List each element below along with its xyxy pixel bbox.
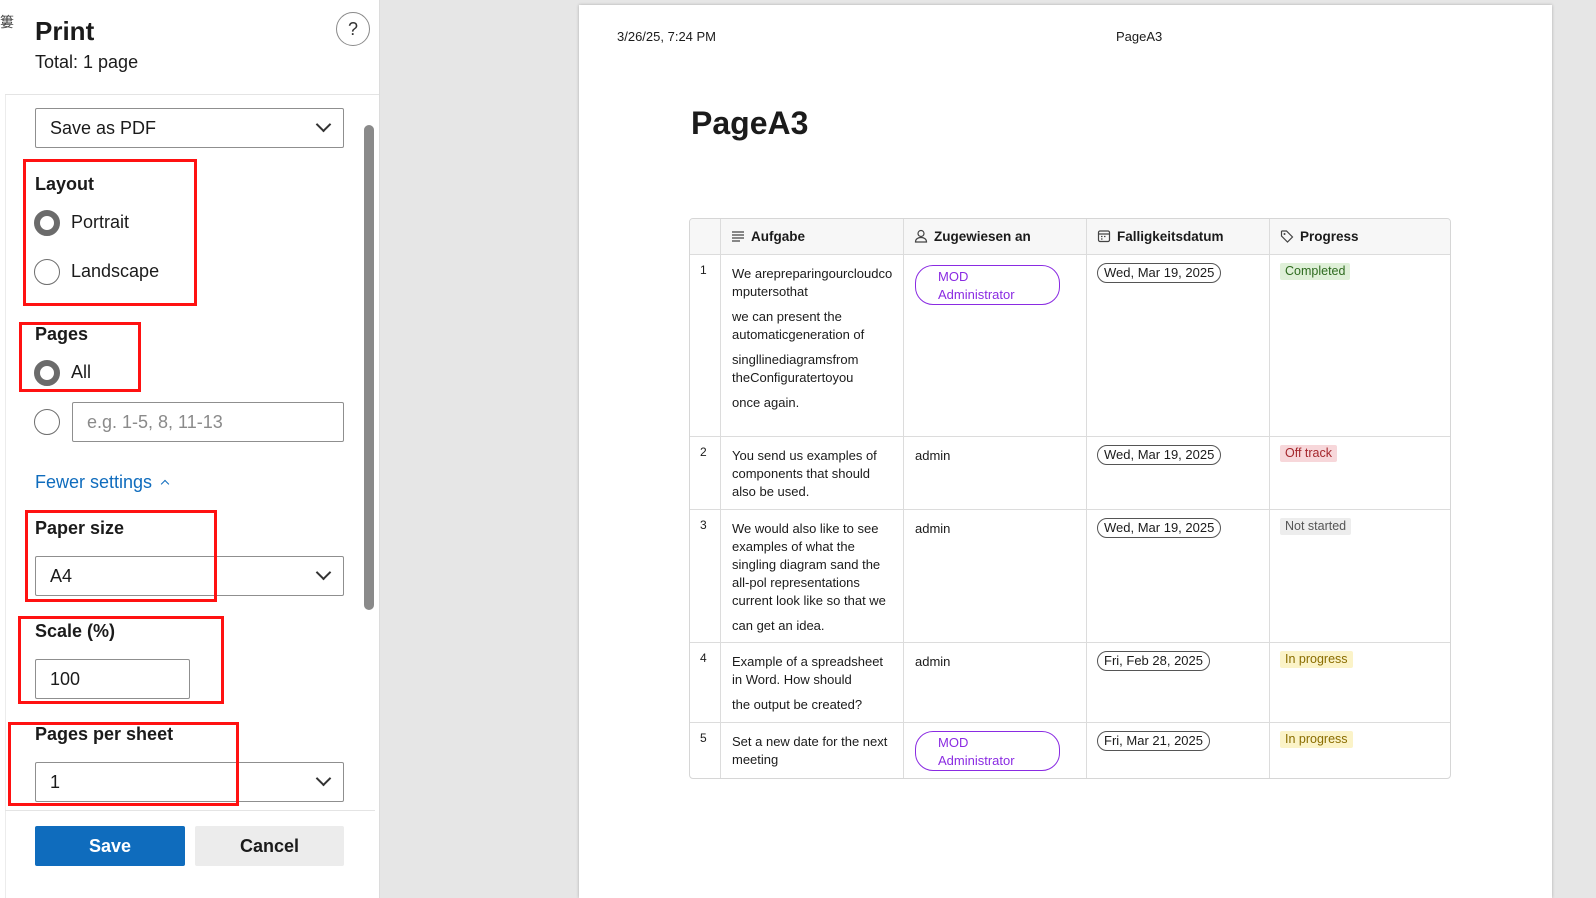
due-cell: Wed, Mar 19, 2025 [1086, 255, 1269, 436]
table-row: 5 Set a new date for the next meeting MO… [690, 722, 1450, 778]
assigned-cell: MOD Administrator [903, 723, 1086, 778]
chevron-up-icon [160, 479, 170, 489]
column-header-label: Zugewiesen an [934, 229, 1031, 244]
column-header-progress: Progress [1269, 219, 1450, 254]
task-cell: Set a new date for the next meeting [720, 723, 903, 778]
task-text: You send us examples of components that … [732, 448, 877, 499]
dialog-title: Print [35, 16, 95, 46]
destination-value: Save as PDF [50, 118, 157, 138]
assigned-cell: admin [903, 510, 1086, 642]
due-cell: Fri, Mar 21, 2025 [1086, 723, 1269, 778]
task-text: Example of a spreadsheet in Word. How sh… [732, 654, 884, 687]
assigned-cell: MOD Administrator [903, 255, 1086, 436]
chevron-down-icon [303, 109, 343, 147]
task-text: we can present the automaticgeneration o… [732, 309, 865, 342]
person-chip: MOD Administrator [915, 731, 1060, 771]
date-chip: Fri, Feb 28, 2025 [1097, 651, 1210, 671]
person-chip: MOD Administrator [915, 265, 1060, 305]
table-row: 1 We arepreparingourcloudcomputersothat … [690, 254, 1450, 436]
panel-scrollbar[interactable] [364, 125, 374, 610]
table-row: 2 You send us examples of components tha… [690, 436, 1450, 509]
due-cell: Wed, Mar 19, 2025 [1086, 437, 1269, 509]
table-row: 4 Example of a spreadsheet in Word. How … [690, 642, 1450, 722]
row-number: 4 [700, 651, 707, 665]
header-divider [5, 94, 379, 95]
annotation-box-paper-size [25, 510, 217, 602]
annotation-box-pages [19, 322, 141, 392]
date-chip: Fri, Mar 21, 2025 [1097, 731, 1210, 751]
chevron-down-icon [303, 557, 343, 595]
progress-cell: In progress [1269, 723, 1450, 778]
task-text: singllinediagramsfrom theConfiguratertoy… [732, 352, 859, 385]
calendar-icon [1097, 230, 1111, 243]
page-total: Total: 1 page [35, 52, 139, 72]
panel-edge [5, 95, 6, 898]
row-number: 3 [700, 518, 707, 532]
assigned-cell: admin [903, 437, 1086, 509]
task-text: can get an idea. [732, 618, 825, 633]
pages-range-radio[interactable] [34, 409, 60, 435]
help-icon[interactable]: ? [336, 12, 370, 46]
person-icon [914, 229, 928, 243]
text-lines-icon [732, 231, 744, 242]
task-text: the output be created? [732, 697, 863, 712]
header-index-cell [690, 219, 720, 254]
status-badge: Off track [1280, 445, 1338, 462]
row-number: 5 [700, 731, 707, 745]
status-badge: In progress [1280, 651, 1353, 668]
status-badge: Completed [1280, 263, 1351, 280]
task-cell: We would also like to see examples of wh… [720, 510, 903, 642]
column-header-label: Falligkeitsdatum [1117, 229, 1224, 244]
due-cell: Wed, Mar 19, 2025 [1086, 510, 1269, 642]
task-table: Aufgabe Zugewiesen an Falligkeitsdatum P… [689, 218, 1451, 779]
annotation-box-pages-per-sheet [8, 722, 239, 806]
fewer-settings-label: Fewer settings [35, 472, 153, 492]
task-text: We would also like to see examples of wh… [732, 521, 886, 608]
date-chip: Wed, Mar 19, 2025 [1097, 263, 1222, 283]
table-header-row: Aufgabe Zugewiesen an Falligkeitsdatum P… [690, 219, 1450, 254]
cancel-button[interactable]: Cancel [195, 826, 344, 866]
task-cell: Example of a spreadsheet in Word. How sh… [720, 643, 903, 722]
progress-cell: Not started [1269, 510, 1450, 642]
date-chip: Wed, Mar 19, 2025 [1097, 445, 1222, 465]
task-text: We arepreparingourcloudcomputersothat [732, 266, 893, 299]
tag-icon [1280, 230, 1294, 243]
footer-divider [5, 810, 375, 811]
date-chip: Wed, Mar 19, 2025 [1097, 518, 1222, 538]
column-header-label: Progress [1300, 229, 1359, 244]
print-preview-page: 3/26/25, 7:24 PM PageA3 PageA3 Aufgabe Z… [579, 5, 1552, 898]
row-number: 2 [700, 445, 707, 459]
chevron-down-icon [303, 763, 343, 801]
progress-cell: Off track [1269, 437, 1450, 509]
status-badge: Not started [1280, 518, 1352, 535]
edge-glyph-icon: 簍 [0, 14, 14, 30]
progress-cell: In progress [1269, 643, 1450, 722]
column-header-label: Aufgabe [751, 229, 805, 244]
status-badge: In progress [1280, 731, 1353, 748]
progress-cell: Completed [1269, 255, 1450, 436]
column-header-assigned: Zugewiesen an [903, 219, 1086, 254]
column-header-due: Falligkeitsdatum [1086, 219, 1269, 254]
task-text: once again. [732, 395, 800, 410]
header-page-name: PageA3 [1116, 29, 1163, 44]
print-settings-panel: 簍 Print Total: 1 page ? Save as PDF Layo… [0, 0, 380, 898]
task-cell: You send us examples of components that … [720, 437, 903, 509]
destination-select[interactable]: Save as PDF [35, 108, 344, 148]
table-row: 3 We would also like to see examples of … [690, 509, 1450, 642]
document-title: PageA3 [691, 105, 809, 141]
annotation-box-scale [18, 616, 224, 704]
save-button[interactable]: Save [35, 826, 185, 866]
header-date: 3/26/25, 7:24 PM [617, 29, 717, 44]
due-cell: Fri, Feb 28, 2025 [1086, 643, 1269, 722]
row-number: 1 [700, 263, 707, 277]
column-header-aufgabe: Aufgabe [720, 219, 903, 254]
fewer-settings-link[interactable]: Fewer settings [35, 472, 170, 493]
annotation-box-layout [23, 159, 197, 306]
pages-range-input[interactable]: e.g. 1-5, 8, 11-13 [72, 402, 344, 442]
assigned-cell: admin [903, 643, 1086, 722]
task-cell: We arepreparingourcloudcomputersothat we… [720, 255, 903, 436]
task-text: Set a new date for the next meeting [732, 734, 888, 767]
